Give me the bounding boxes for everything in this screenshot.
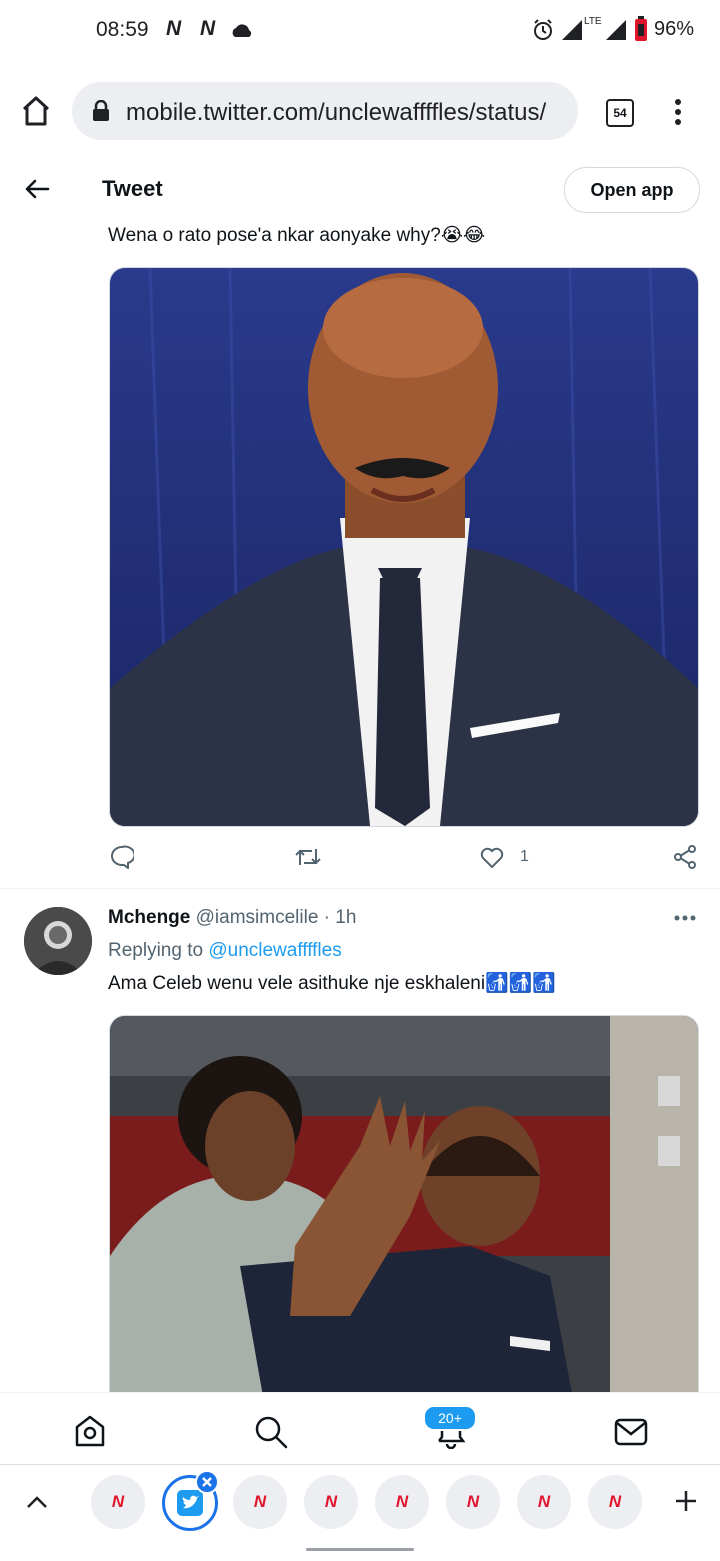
tweet-photo-man-in-suit — [110, 268, 698, 826]
browser-tab-strip: N N N N N N N — [0, 1464, 720, 1561]
status-time: 08:59 — [96, 18, 149, 41]
tweet-image[interactable] — [109, 1015, 699, 1437]
cloud-icon — [232, 24, 252, 37]
tab-news-5[interactable]: N — [446, 1475, 500, 1529]
news-logo-icon: N — [253, 1492, 267, 1511]
reply-icon[interactable] — [110, 845, 134, 869]
user-name[interactable]: Mchenge — [108, 907, 190, 928]
battery-percent: 96% — [654, 18, 695, 40]
tweet-header: Mchenge @iamsimcelile · 1h — [108, 907, 356, 929]
more-options-icon[interactable] — [672, 98, 684, 126]
new-tab-plus-icon[interactable] — [674, 1489, 698, 1513]
status-bar: 08:59 N N LTE 96% — [0, 0, 720, 60]
notification-news-icon: N — [200, 17, 216, 40]
messages-envelope-icon[interactable] — [614, 1417, 648, 1447]
like-count: 1 — [520, 848, 529, 865]
tweet-text: Wena o rato pose'a nkar aonyake why?😭😂 — [108, 225, 486, 246]
avatar[interactable] — [24, 907, 92, 975]
news-logo-icon: N — [395, 1492, 409, 1511]
chevron-up-icon[interactable] — [26, 1495, 48, 1509]
open-app-button[interactable]: Open app — [564, 167, 700, 213]
page-title: Tweet — [102, 176, 163, 201]
tab-news-4[interactable]: N — [375, 1475, 429, 1529]
news-logo-icon: N — [111, 1492, 125, 1511]
tweet-text: Ama Celeb wenu vele asithuke nje eskhale… — [108, 973, 557, 994]
avatar-photo — [24, 907, 92, 975]
search-nav-icon[interactable] — [254, 1415, 288, 1449]
tab-news-3[interactable]: N — [304, 1475, 358, 1529]
network-type: LTE — [584, 16, 602, 27]
news-logo-icon: N — [324, 1492, 338, 1511]
tweet-photo-two-men — [110, 1016, 698, 1436]
more-icon[interactable] — [674, 914, 696, 922]
news-logo-icon: N — [608, 1492, 622, 1511]
replying-handle-link[interactable]: @unclewaffffles — [208, 940, 341, 961]
tweet-image[interactable] — [109, 267, 699, 827]
tab-news-1[interactable]: N — [91, 1475, 145, 1529]
user-handle[interactable]: @iamsimcelile — [196, 907, 319, 928]
signal-icon-2 — [606, 20, 626, 40]
gesture-home-bar[interactable] — [306, 1548, 414, 1551]
notification-badge: 20+ — [423, 1405, 477, 1431]
notification-news-icon: N — [166, 17, 182, 40]
tweet-divider — [0, 888, 720, 889]
separator-dot: · — [323, 907, 330, 928]
signal-icon — [562, 20, 582, 40]
back-arrow-icon[interactable] — [24, 178, 50, 200]
battery-icon — [635, 16, 647, 41]
retweet-icon[interactable] — [294, 845, 322, 869]
replying-label: Replying to — [108, 940, 209, 961]
like-icon[interactable] — [480, 846, 504, 868]
tab-switcher-button[interactable]: 54 — [606, 99, 634, 127]
alarm-icon — [534, 19, 552, 40]
browser-toolbar: mobile.twitter.com/unclewaffffles/status… — [0, 60, 720, 155]
home-nav-icon[interactable] — [74, 1415, 106, 1447]
bottom-navigation: 20+ — [0, 1392, 720, 1465]
url-text: mobile.twitter.com/unclewaffffles/status… — [126, 99, 547, 126]
tab-news-6[interactable]: N — [517, 1475, 571, 1529]
tweet-time[interactable]: 1h — [335, 907, 356, 928]
replying-to: Replying to @unclewaffffles — [108, 940, 342, 962]
home-icon[interactable] — [20, 95, 52, 127]
share-icon[interactable] — [672, 844, 698, 870]
twitter-header: Tweet Open app — [0, 154, 720, 224]
lock-icon — [93, 100, 109, 121]
tab-news-7[interactable]: N — [588, 1475, 642, 1529]
address-bar[interactable]: mobile.twitter.com/unclewaffffles/status… — [72, 82, 578, 140]
close-tab-icon[interactable] — [195, 1470, 219, 1494]
news-logo-icon: N — [466, 1492, 480, 1511]
news-logo-icon: N — [537, 1492, 551, 1511]
tab-news-2[interactable]: N — [233, 1475, 287, 1529]
